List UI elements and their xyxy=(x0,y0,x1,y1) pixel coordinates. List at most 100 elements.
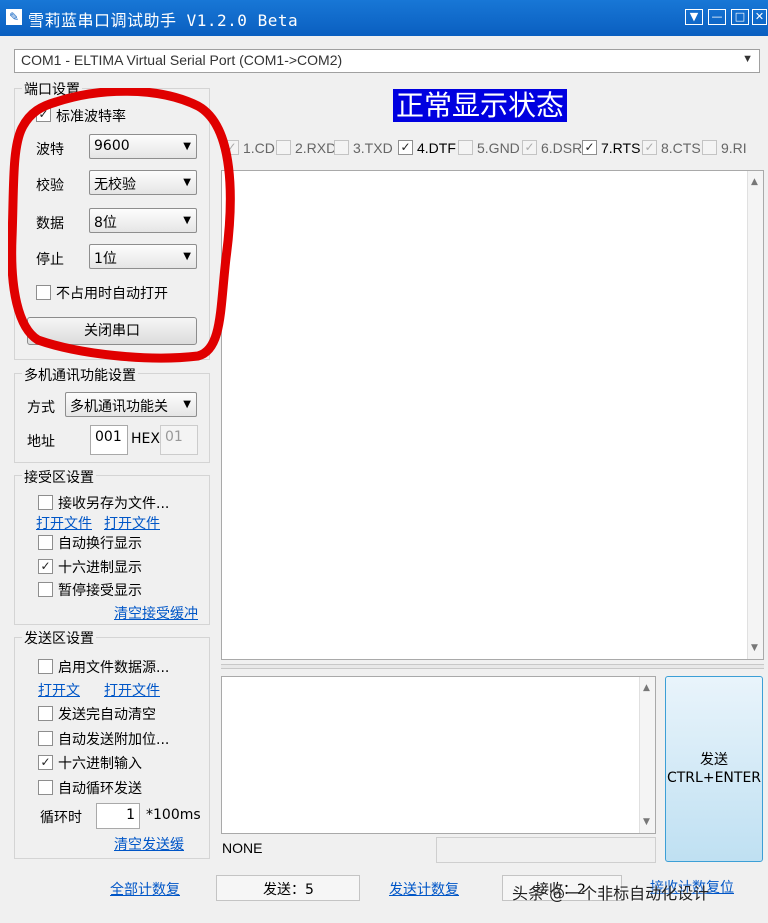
standard-baud-label: 标准波特率 xyxy=(56,109,126,125)
clear-receive-link[interactable]: 清空接受缓冲 xyxy=(114,603,198,623)
auto-loop-checkbox[interactable] xyxy=(38,780,53,795)
app-icon: ✎ xyxy=(6,9,22,25)
baud-select-value: 9600 xyxy=(94,138,130,154)
send-button[interactable]: 发送 CTRL+ENTER xyxy=(665,676,763,862)
auto-wrap-checkbox[interactable] xyxy=(38,535,53,550)
auto-append-label: 自动发送附加位... xyxy=(58,732,170,748)
receive-open-file-link-2[interactable]: 打开文件 xyxy=(104,513,160,533)
port-select-value: COM1 - ELTIMA Virtual Serial Port (COM1-… xyxy=(21,52,343,68)
receive-settings-title: 接受区设置 xyxy=(22,467,96,487)
window-title: 雪莉蓝串口调试助手 V1.2.0 Beta xyxy=(28,11,299,30)
scroll-down-icon[interactable]: ▼ xyxy=(751,643,758,653)
scroll-up-icon[interactable]: ▲ xyxy=(643,683,650,693)
signal-checkbox[interactable] xyxy=(334,140,349,155)
stopbits-select[interactable]: 1位 ▼ xyxy=(89,244,197,269)
stopbits-select-value: 1位 xyxy=(94,251,117,267)
title-bar[interactable]: ✎ 雪莉蓝串口调试助手 V1.2.0 Beta ▼ — □ ✕ xyxy=(0,0,768,36)
minimize-icon[interactable]: — xyxy=(708,9,726,25)
enable-file-source-label: 启用文件数据源... xyxy=(58,660,170,676)
hex-input-checkbox[interactable]: ✓ xyxy=(38,755,53,770)
scroll-up-icon[interactable]: ▲ xyxy=(751,177,758,187)
loop-interval-value: 1 xyxy=(126,807,135,823)
port-select[interactable]: COM1 - ELTIMA Virtual Serial Port (COM1-… xyxy=(14,49,760,73)
auto-clear-checkbox[interactable] xyxy=(38,706,53,721)
signal-label: 8.CTS xyxy=(661,140,701,156)
auto-clear-label: 发送完自动清空 xyxy=(58,707,156,723)
send-button-label: 发送 xyxy=(700,752,728,768)
status-none: NONE xyxy=(222,840,263,856)
databits-select[interactable]: 8位 ▼ xyxy=(89,208,197,233)
receive-open-file-link[interactable]: 打开文件 xyxy=(36,513,92,533)
standard-baud-checkbox[interactable]: ✓ xyxy=(36,107,51,122)
hex-address-input: 01 xyxy=(160,425,198,455)
close-port-button[interactable]: 关闭串口 xyxy=(27,317,197,345)
auto-open-checkbox[interactable] xyxy=(36,285,51,300)
signal-checkbox[interactable] xyxy=(276,140,291,155)
hex-display-checkbox[interactable]: ✓ xyxy=(38,559,53,574)
loop-label: 循环时 xyxy=(40,810,82,826)
hex-label: HEX xyxy=(131,431,160,447)
pause-display-checkbox[interactable] xyxy=(38,582,53,597)
auto-append-checkbox[interactable] xyxy=(38,731,53,746)
reset-all-link[interactable]: 全部计数复 xyxy=(110,879,180,899)
signal-checkbox[interactable]: ✓ xyxy=(642,140,657,155)
receive-area[interactable]: ▲ ▼ xyxy=(221,170,764,660)
save-receive-label: 接收另存为文件... xyxy=(58,496,170,512)
send-open-file-link-2[interactable]: 打开文件 xyxy=(104,680,160,700)
auto-open-label: 不占用时自动打开 xyxy=(56,286,168,302)
send-scrollbar[interactable]: ▲ ▼ xyxy=(639,677,655,833)
hex-address-value: 01 xyxy=(165,429,183,445)
signal-checkbox[interactable]: ✓ xyxy=(398,140,413,155)
save-receive-checkbox[interactable] xyxy=(38,495,53,510)
send-area[interactable]: ▲ ▼ xyxy=(221,676,656,834)
chevron-down-icon: ▼ xyxy=(742,53,753,65)
signal-label: 1.CD xyxy=(243,140,275,156)
signal-checkbox[interactable] xyxy=(458,140,473,155)
reset-sent-link[interactable]: 发送计数复 xyxy=(389,879,459,899)
baud-select[interactable]: 9600 ▼ xyxy=(89,134,197,159)
scroll-down-icon[interactable]: ▼ xyxy=(643,817,650,827)
status-banner: 正常显示状态 xyxy=(393,89,568,122)
sent-count-value: 发送：5 xyxy=(263,882,314,898)
maximize-icon[interactable]: □ xyxy=(731,9,749,25)
signal-checkbox[interactable]: ✓ xyxy=(582,140,597,155)
mode-select[interactable]: 多机通讯功能关 ▼ xyxy=(65,392,197,417)
send-open-file-link[interactable]: 打开文 xyxy=(38,680,80,700)
clear-send-link[interactable]: 清空发送缓 xyxy=(114,834,184,854)
parity-select-value: 无校验 xyxy=(94,177,136,193)
enable-file-source-checkbox[interactable] xyxy=(38,659,53,674)
hex-display-label: 十六进制显示 xyxy=(58,560,142,576)
splitter[interactable] xyxy=(221,664,764,669)
chevron-down-icon: ▼ xyxy=(183,399,191,410)
close-icon[interactable]: ✕ xyxy=(752,9,767,25)
receive-scrollbar[interactable]: ▲ ▼ xyxy=(747,171,763,659)
loop-unit-label: *100ms xyxy=(146,807,201,823)
sent-count: 发送：5 xyxy=(216,875,360,901)
menu-dropdown-icon[interactable]: ▼ xyxy=(685,9,703,25)
signal-label: 3.TXD xyxy=(353,140,393,156)
parity-label: 校验 xyxy=(36,178,64,194)
chevron-down-icon: ▼ xyxy=(183,141,191,152)
signal-label: 4.DTF xyxy=(417,140,456,156)
address-input[interactable]: 001 xyxy=(90,425,128,455)
status-field xyxy=(436,837,656,863)
watermark: 头条 @一个非标自动化设计 xyxy=(512,884,710,903)
mode-select-value: 多机通讯功能关 xyxy=(70,399,168,415)
send-settings-title: 发送区设置 xyxy=(22,628,96,648)
auto-loop-label: 自动循环发送 xyxy=(58,781,142,797)
loop-interval-input[interactable]: 1 xyxy=(96,803,140,829)
signal-checkbox[interactable] xyxy=(702,140,717,155)
stopbits-label: 停止 xyxy=(36,252,64,268)
databits-select-value: 8位 xyxy=(94,215,117,231)
signal-label: 5.GND xyxy=(477,140,520,156)
chevron-down-icon: ▼ xyxy=(183,215,191,226)
signal-label: 2.RXD xyxy=(295,140,337,156)
address-label: 地址 xyxy=(27,434,55,450)
send-button-shortcut: CTRL+ENTER xyxy=(666,770,762,786)
signal-checkbox[interactable]: ✓ xyxy=(224,140,239,155)
signal-label: 6.DSR xyxy=(541,140,583,156)
pause-display-label: 暂停接受显示 xyxy=(58,583,142,599)
parity-select[interactable]: 无校验 ▼ xyxy=(89,170,197,195)
signal-checkbox[interactable]: ✓ xyxy=(522,140,537,155)
signal-label: 7.RTS xyxy=(601,140,641,156)
